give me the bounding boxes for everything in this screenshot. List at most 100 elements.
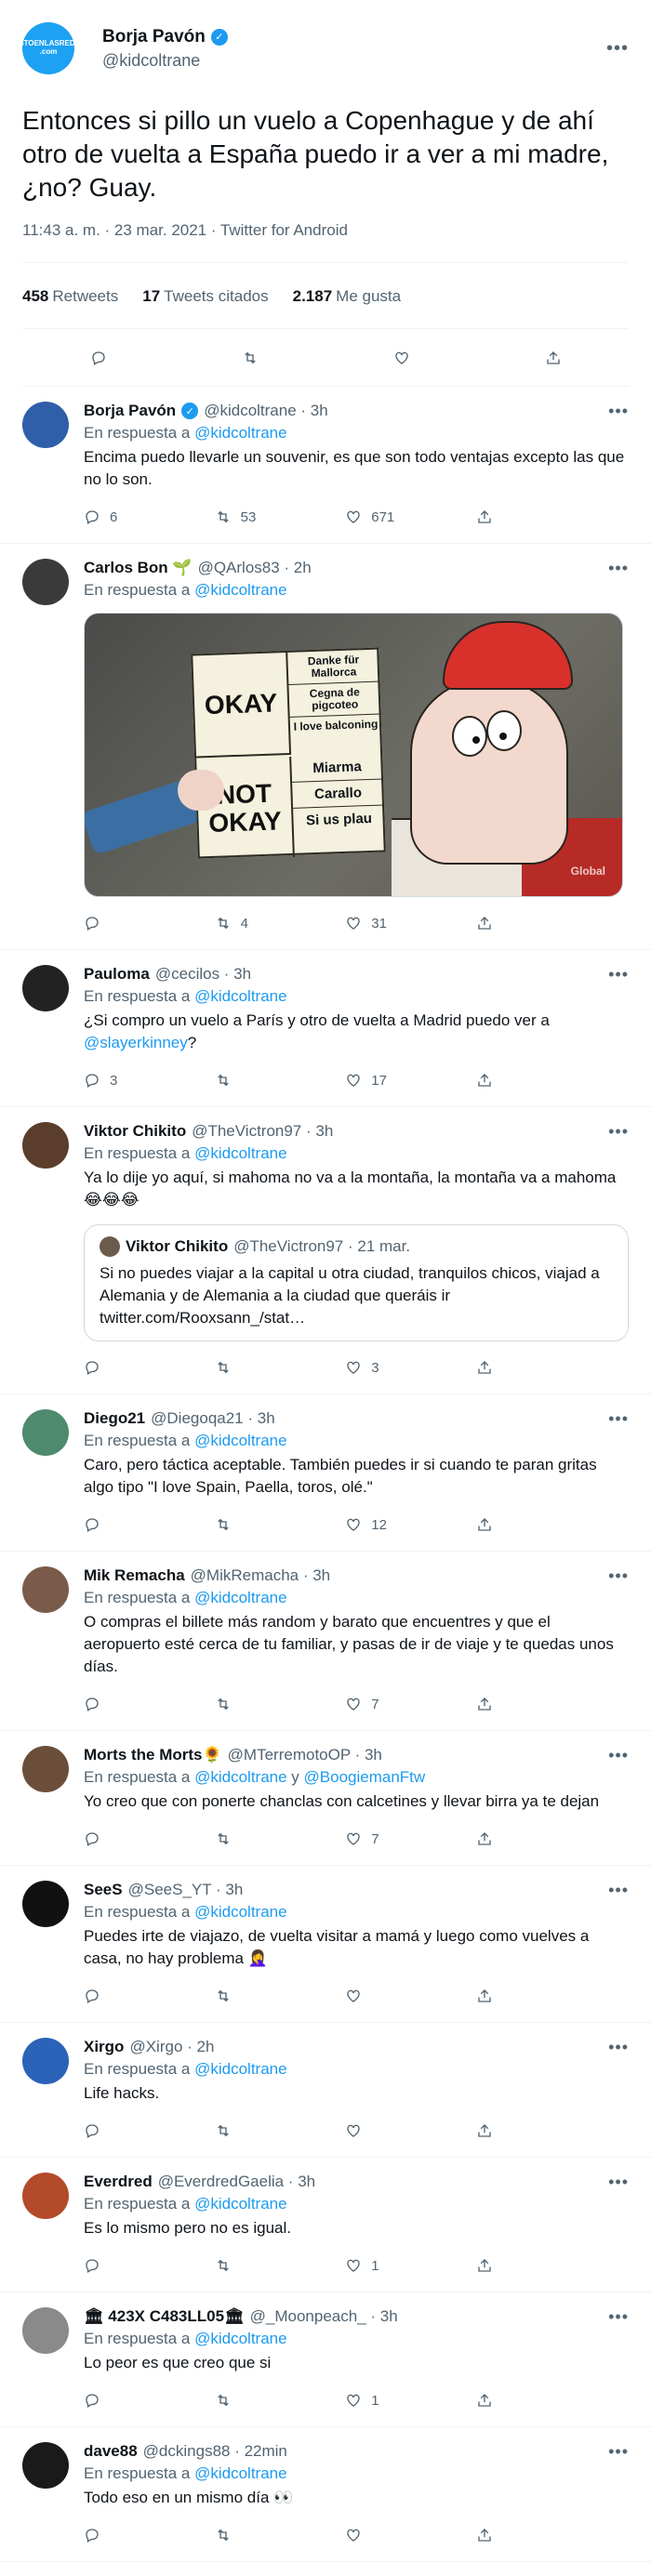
like-button[interactable]: 17 [345,1072,476,1089]
avatar[interactable] [22,559,69,605]
reply-tweet[interactable]: Viktor Chikito @TheVictron97 · 3h En respu… [0,1107,651,1394]
like-icon[interactable] [393,350,410,366]
retweet-button[interactable] [215,2392,346,2409]
share-button[interactable] [476,1830,607,1847]
reply-button[interactable] [84,1696,215,1712]
more-icon[interactable]: ••• [608,2307,629,2327]
share-button[interactable] [476,915,607,931]
reply-button[interactable]: 3 [84,1072,215,1089]
reply-button[interactable] [84,2122,215,2139]
share-button[interactable] [476,2527,607,2543]
reply-author-handle[interactable]: @cecilos · 3h [155,965,251,984]
reply-author-name[interactable]: Morts the Morts🌻 [84,1746,222,1764]
reply-to-mention[interactable]: @kidcoltrane [194,987,286,1005]
reply-author-handle[interactable]: @SeeS_YT · 3h [128,1881,244,1899]
like-button[interactable] [345,2122,476,2139]
author-name-row[interactable]: Borja Pavón ✓ [102,27,228,47]
more-icon[interactable]: ••• [606,38,629,59]
avatar[interactable] [22,1881,69,1927]
avatar[interactable] [22,2307,69,2354]
reply-to-mention[interactable]: @kidcoltrane [194,1144,286,1162]
retweet-button[interactable] [215,1988,346,2004]
avatar[interactable] [22,965,69,1011]
avatar[interactable]: VISTOENLASREDES .com [12,22,85,74]
reply-tweet[interactable]: SeeS @SeeS_YT · 3h En respuesta a @kidcolt… [0,1866,651,2023]
reply-tweet[interactable]: dave88 @dckings88 · 22min En respuesta a @… [0,2427,651,2562]
reply-button[interactable] [84,2527,215,2543]
share-button[interactable] [476,2392,607,2409]
reply-tweet[interactable]: Pauloma @cecilos · 3h En respuesta a @kidc… [0,950,651,1107]
share-button[interactable] [476,1696,607,1712]
like-button[interactable]: 1 [345,2392,476,2409]
avatar[interactable] [22,402,69,448]
more-icon[interactable]: ••• [608,965,629,984]
reply-tweet[interactable]: Everdred @EverdredGaelia · 3h En respuesta… [0,2158,651,2292]
like-button[interactable]: 31 [345,915,476,931]
reply-author-handle[interactable]: @TheVictron97 · 3h [192,1122,333,1141]
retweets-stat[interactable]: 458 Retweets [22,287,118,306]
retweet-icon[interactable] [242,350,259,366]
more-icon[interactable]: ••• [608,2442,629,2462]
author-name[interactable]: Borja Pavón [102,27,206,47]
reply-author-name[interactable]: Viktor Chikito [84,1122,186,1141]
reply-tweet[interactable]: 🏛 423X C483LL05🏛 @_Moonpeach_ · 3h En resp… [0,2292,651,2427]
reply-button[interactable] [84,1516,215,1533]
reply-tweet[interactable]: Darth Nihilus@MapasheRL · 3hEn respuesta… [0,2562,651,2576]
reply-author-name[interactable]: Borja Pavón [84,402,176,420]
reply-icon[interactable] [90,350,107,366]
like-button[interactable]: 12 [345,1516,476,1533]
like-button[interactable] [345,1988,476,2004]
share-button[interactable] [476,1072,607,1089]
reply-author-handle[interactable]: @MTerremotoOP · 3h [228,1746,382,1764]
reply-button[interactable] [84,2257,215,2274]
reply-to-mention[interactable]: @kidcoltrane [194,581,286,599]
avatar[interactable] [22,2173,69,2219]
retweet-button[interactable] [215,1072,346,1089]
more-icon[interactable]: ••• [608,1881,629,1900]
reply-author-name[interactable]: dave88 [84,2442,138,2461]
reply-tweet[interactable]: Mik Remacha @MikRemacha · 3h En respuesta … [0,1552,651,1731]
reply-to-mention[interactable]: @kidcoltrane [194,424,286,442]
more-icon[interactable]: ••• [608,2038,629,2057]
reply-tweet[interactable]: Morts the Morts🌻 @MTerremotoOP · 3h En res… [0,1731,651,1866]
share-button[interactable] [476,2122,607,2139]
like-button[interactable]: 3 [345,1359,476,1376]
reply-author-handle[interactable]: @Xirgo · 2h [129,2038,214,2056]
reply-to-mention-extra[interactable]: @BoogiemanFtw [304,1768,426,1786]
reply-author-name[interactable]: Carlos Bon 🌱 [84,559,193,577]
more-icon[interactable]: ••• [608,2173,629,2192]
more-icon[interactable]: ••• [608,1566,629,1586]
retweet-button[interactable] [215,2527,346,2543]
quotes-stat[interactable]: 17 Tweets citados [142,287,268,306]
like-button[interactable]: 7 [345,1696,476,1712]
reply-to-mention[interactable]: @kidcoltrane [194,2195,286,2213]
reply-to-mention[interactable]: @kidcoltrane [194,1589,286,1606]
tweet-meta[interactable]: 11:43 a. m. · 23 mar. 2021 · Twitter for… [22,221,629,263]
reply-to-mention[interactable]: @kidcoltrane [194,2330,286,2347]
reply-author-handle[interactable]: @dckings88 · 22min [143,2442,287,2461]
like-button[interactable]: 671 [345,509,476,525]
avatar[interactable] [22,1566,69,1613]
reply-button[interactable] [84,1830,215,1847]
share-button[interactable] [476,1516,607,1533]
text-mention[interactable]: @slayerkinney [84,1034,188,1051]
share-button[interactable] [476,509,607,525]
share-button[interactable] [476,1359,607,1376]
retweet-button[interactable]: 4 [215,915,346,931]
reply-tweet[interactable]: Diego21 @Diegoqa21 · 3h En respuesta a @ki… [0,1394,651,1552]
retweet-button[interactable] [215,1830,346,1847]
reply-to-mention[interactable]: @kidcoltrane [194,2464,286,2482]
like-button[interactable] [345,2527,476,2543]
more-icon[interactable]: ••• [608,1746,629,1765]
avatar[interactable] [22,2442,69,2489]
avatar[interactable] [22,1746,69,1792]
meme-image[interactable]: OKAY NOT OKAY Danke für Mallorca Cegna de p… [84,613,623,897]
reply-author-name[interactable]: Everdred [84,2173,153,2191]
share-button[interactable] [476,1988,607,2004]
reply-button[interactable]: 6 [84,509,215,525]
retweet-button[interactable] [215,2257,346,2274]
quoted-tweet[interactable]: Viktor Chikito @TheVictron97 · 21 mar. Si … [84,1224,629,1341]
reply-author-handle[interactable]: @Diegoqa21 · 3h [151,1409,275,1428]
reply-tweet[interactable]: Carlos Bon 🌱 @QArlos83 · 2h En respuesta a… [0,544,651,950]
more-icon[interactable]: ••• [608,1122,629,1142]
